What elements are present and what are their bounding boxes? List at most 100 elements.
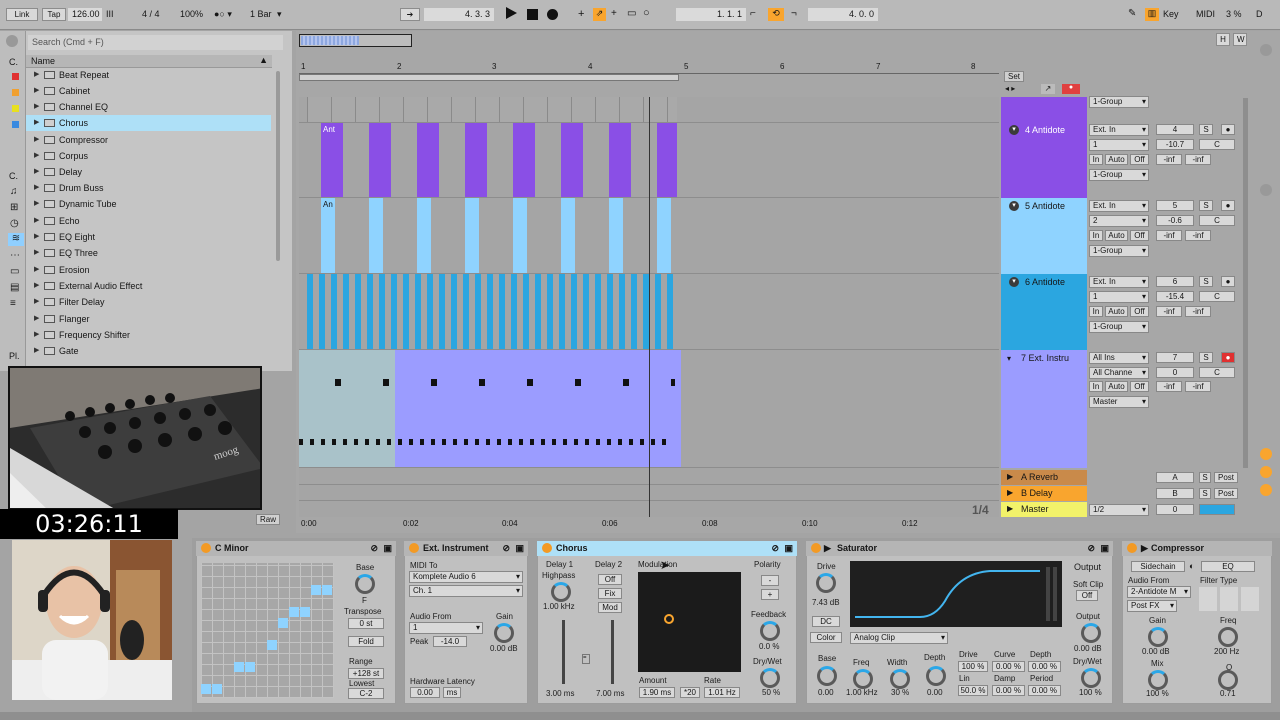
arm-icon[interactable]: ●	[1221, 200, 1235, 211]
track-activator[interactable]: 4	[1156, 124, 1194, 135]
nudge-icon[interactable]: III	[106, 9, 114, 19]
pan-field[interactable]: C	[1199, 139, 1235, 150]
key-map-button[interactable]: Key	[1163, 9, 1179, 19]
pan-field[interactable]: C	[1199, 291, 1235, 302]
browser-item[interactable]: ▶ EQ Three	[26, 245, 271, 261]
browser-item[interactable]: ▶ Compressor	[26, 132, 271, 148]
track-header-6[interactable]: ▾ 6 Antidote	[1001, 274, 1087, 350]
expand-icon[interactable]: ▶	[34, 311, 39, 327]
volume-field[interactable]: -15.4	[1156, 291, 1194, 302]
drywet-knob[interactable]	[1081, 668, 1101, 688]
sounds-icon[interactable]: ♫	[10, 186, 18, 197]
automation-expand-icon[interactable]	[1260, 448, 1272, 460]
depth-knob[interactable]	[926, 666, 946, 686]
return-a-solo[interactable]: S	[1199, 472, 1211, 483]
punch-out-icon[interactable]: ¬	[791, 8, 797, 19]
play-preview-icon[interactable]: ▶	[1141, 541, 1148, 556]
ws-lin-field[interactable]: 50.0 %	[958, 685, 988, 696]
collapse-icon[interactable]	[6, 35, 18, 47]
color-tag-red-icon[interactable]	[12, 73, 19, 80]
monitor-auto-button[interactable]: Auto	[1105, 230, 1128, 241]
zoom-grid-label[interactable]: 1/4	[972, 503, 989, 517]
position-field[interactable]: 4. 3. 3	[424, 8, 494, 21]
freq-knob[interactable]	[1218, 627, 1238, 647]
return-track-b[interactable]: ▶ B Delay	[1001, 486, 1087, 501]
filter-type-buttons[interactable]	[1199, 587, 1259, 611]
x20-button[interactable]: *20	[680, 687, 700, 698]
return-a-post[interactable]: Post	[1214, 472, 1238, 483]
browser-item[interactable]: ▶ Erosion	[26, 262, 271, 278]
power-icon[interactable]	[1127, 543, 1137, 553]
link-button[interactable]: Link	[6, 8, 38, 21]
input-type-menu[interactable]: All Ins	[1089, 352, 1149, 364]
input-channel-menu[interactable]: 1	[1089, 291, 1149, 303]
return-b-post[interactable]: Post	[1214, 488, 1238, 499]
browser-item[interactable]: ▶ Flanger	[26, 311, 271, 327]
expand-icon[interactable]: ▶	[34, 99, 39, 115]
expand-icon[interactable]: ▶	[34, 245, 39, 261]
feedback-knob[interactable]	[760, 621, 780, 641]
browser-item-selected[interactable]: ▶ Chorus	[26, 115, 271, 131]
monitor-auto-button[interactable]: Auto	[1105, 381, 1128, 392]
computer-keyboard-icon[interactable]: ▥	[1145, 8, 1159, 21]
midi-device-menu[interactable]: Komplete Audio 6	[409, 571, 523, 583]
capture-icon[interactable]: +	[611, 8, 617, 19]
follow-button[interactable]: ➔	[400, 8, 420, 21]
monitor-off-button[interactable]: Off	[1130, 306, 1149, 317]
expand-icon[interactable]: ▶	[34, 213, 39, 229]
solo-button[interactable]: S	[1199, 352, 1213, 363]
freq-knob[interactable]	[853, 669, 873, 689]
latency-field[interactable]: 0.00	[410, 687, 440, 698]
master-track[interactable]: ▶ Master	[1001, 502, 1087, 517]
pan-field[interactable]: C	[1199, 215, 1235, 226]
monitor-off-button[interactable]: Off	[1130, 154, 1149, 165]
loop-length-field[interactable]: 4. 0. 0	[808, 8, 878, 21]
signature-field[interactable]: 4 / 4	[142, 9, 160, 19]
wrap-button[interactable]: W	[1233, 33, 1247, 46]
ws-period-field[interactable]: 0.00 %	[1028, 685, 1061, 696]
ws-damp-field[interactable]: 0.00 %	[992, 685, 1025, 696]
send-b-field[interactable]: -inf	[1185, 381, 1211, 392]
input-channel-menu[interactable]: 2	[1089, 215, 1149, 227]
track-activator[interactable]: 6	[1156, 276, 1194, 287]
input-type-menu[interactable]: Ext. In	[1089, 276, 1149, 288]
side-scroll-track[interactable]	[1243, 98, 1248, 468]
quantize-chevron-icon[interactable]: ▾	[277, 9, 282, 20]
master-pan-field[interactable]	[1199, 504, 1235, 515]
arm-icon[interactable]: ●	[1221, 352, 1235, 363]
midi-channel-menu[interactable]: Ch. 1	[409, 585, 523, 597]
clip-track-4[interactable]	[321, 123, 677, 197]
clip-track-7-b[interactable]	[395, 350, 681, 467]
gain-knob[interactable]	[1148, 627, 1168, 647]
master-output-menu[interactable]: 1/2	[1089, 504, 1149, 516]
volume-field[interactable]: 0	[1156, 367, 1194, 378]
return-expand-icon[interactable]	[1260, 466, 1272, 478]
modulation-xy-pad[interactable]	[638, 572, 741, 672]
quantize-menu[interactable]: 1 Bar	[250, 9, 272, 19]
fold-icon[interactable]: ▾	[1007, 352, 1011, 366]
master-expand-icon[interactable]	[1260, 484, 1272, 496]
browser-item[interactable]: ▶ Delay	[26, 164, 271, 180]
raw-button[interactable]: Raw	[256, 514, 281, 525]
lowest-field[interactable]: C-2	[348, 688, 384, 699]
headphones-icon[interactable]: ◐	[1189, 561, 1194, 571]
highpass-knob[interactable]	[551, 582, 571, 602]
collapse-icon[interactable]: ▣	[784, 541, 793, 556]
browser-item[interactable]: ▶ EQ Eight	[26, 229, 271, 245]
xy-handle[interactable]	[664, 614, 674, 624]
settings-icon[interactable]: ⊘	[370, 541, 378, 556]
overview-bar[interactable]	[299, 34, 412, 47]
ws-curve-field[interactable]: 0.00 %	[992, 661, 1025, 672]
input-type-menu[interactable]: Ext. In	[1089, 200, 1149, 212]
expand-icon[interactable]: ▶	[34, 343, 39, 359]
send-b-field[interactable]: -inf	[1185, 230, 1211, 241]
vertical-scrollbar[interactable]	[1258, 44, 1274, 464]
monitor-in-button[interactable]: In	[1089, 230, 1103, 241]
expand-icon[interactable]: ▶	[34, 164, 39, 180]
metronome-icon[interactable]: ●○ ▾	[214, 9, 232, 20]
solo-button[interactable]: S	[1199, 124, 1213, 135]
midi-effects-icon[interactable]: ⋯	[10, 250, 20, 261]
fold-icon[interactable]: ▾	[1009, 277, 1019, 287]
search-input[interactable]: Search (Cmd + F)	[28, 35, 283, 50]
send-b-field[interactable]: -inf	[1185, 154, 1211, 165]
